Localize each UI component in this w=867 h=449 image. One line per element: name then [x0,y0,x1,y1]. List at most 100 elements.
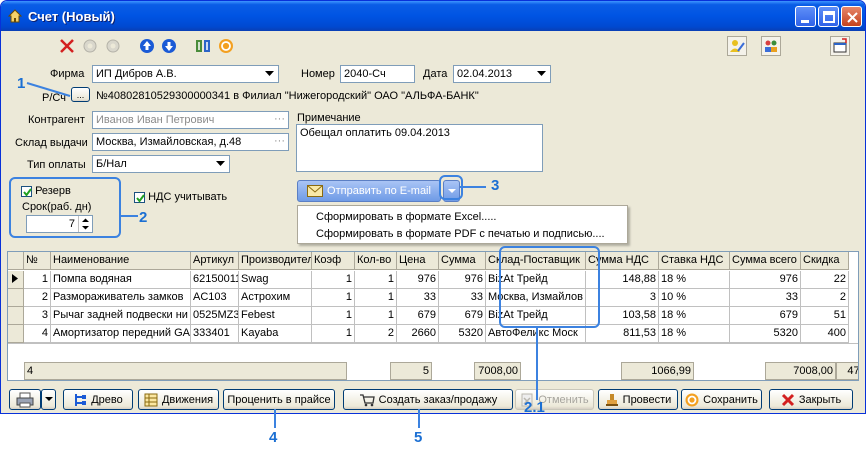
users-button[interactable] [761,36,781,56]
maximize-button[interactable] [818,6,839,27]
cell[interactable]: 5320 [730,325,801,343]
cell[interactable]: 1 [312,289,355,307]
date-picker[interactable]: 02.04.2013 [453,65,551,83]
menu-item-pdf[interactable]: Сформировать в формате PDF с печатью и п… [316,228,605,240]
col-header[interactable]: Сумма [439,252,486,270]
cell[interactable]: 333401 [191,325,239,343]
col-header[interactable]: Артикул [191,252,239,270]
cell[interactable]: Рычаг задней подвески ни [51,307,191,325]
table-row[interactable]: 1 Помпа водяная 62150011 Swag 1 1 976 97… [8,271,849,289]
col-header[interactable]: Сумма всего [730,252,801,270]
cell[interactable]: 976 [730,271,801,289]
col-header[interactable]: Цена [397,252,439,270]
cell[interactable]: 1 [312,271,355,289]
col-header[interactable]: Производител [239,252,312,270]
col-header[interactable]: Скидка [801,252,849,270]
table-row[interactable]: 3 Рычаг задней подвески ни 0525MZ3FR Feb… [8,307,849,325]
cell[interactable]: 1 [312,307,355,325]
cell[interactable]: 1 [24,271,51,289]
procenit-button[interactable]: Проценить в прайсе [223,389,335,410]
ellipsis-icon[interactable]: ··· [274,112,285,126]
cell[interactable]: 3 [24,307,51,325]
kontragent-field[interactable]: Иванов Иван Петрович ··· [92,111,289,129]
cell[interactable]: 22 [801,271,849,289]
col-header[interactable]: Коэф [312,252,355,270]
cell[interactable]: 18 % [659,325,730,343]
cell[interactable]: Kayaba [239,325,312,343]
cell[interactable]: 2 [24,289,51,307]
ellipsis-icon[interactable]: ··· [274,134,285,148]
nds-checkbox[interactable]: НДС учитывать [134,191,227,203]
cell[interactable]: 1 [355,307,397,325]
close-window-button[interactable] [841,6,862,27]
cell[interactable]: Размораживатель замков [51,289,191,307]
dvizheniya-button[interactable]: Движения [138,389,219,410]
sort-button[interactable] [193,36,213,56]
cell[interactable]: 400 [801,325,849,343]
cell[interactable]: 18 % [659,271,730,289]
nomer-input[interactable]: 2040-Сч [340,65,415,83]
rs-select-button[interactable]: ... [71,87,90,102]
drevo-button[interactable]: Древо [63,389,133,410]
cell[interactable]: 33 [439,289,486,307]
chevron-down-icon[interactable] [213,157,228,171]
cell[interactable]: 2 [355,325,397,343]
toolbar-disabled-2[interactable] [103,36,123,56]
cell[interactable]: 1 [355,271,397,289]
refresh-button[interactable] [216,36,236,56]
edit-user-button[interactable] [727,36,747,56]
cell[interactable]: 811,53 [586,325,659,343]
cell[interactable]: 51 [801,307,849,325]
table-row[interactable]: 4 Амортизатор передний GA 333401 Kayaba … [8,325,849,343]
cell[interactable]: 976 [397,271,439,289]
sklad-field[interactable]: Москва, Измайловская, д.48 ··· [92,133,289,151]
cell[interactable]: 62150011 [191,271,239,289]
cell[interactable]: 976 [439,271,486,289]
cell[interactable]: 679 [730,307,801,325]
print-dropdown[interactable] [41,389,56,410]
cell[interactable]: 1 [312,325,355,343]
cell[interactable]: 33 [730,289,801,307]
delete-button[interactable] [57,36,77,56]
cell[interactable]: Астрохим [239,289,312,307]
print-button[interactable] [9,389,41,410]
send-email-button[interactable]: Отправить по E-mail [297,180,441,202]
col-header[interactable]: Наименование [51,252,191,270]
col-header[interactable]: Кол-во [355,252,397,270]
save-button[interactable]: Сохранить [681,389,762,410]
move-up-button[interactable] [137,36,157,56]
menu-item-excel[interactable]: Сформировать в формате Excel..... [316,211,497,223]
cell[interactable]: Помпа водяная [51,271,191,289]
col-header[interactable]: Ставка НДС [659,252,730,270]
new-window-button[interactable] [830,36,850,56]
cell[interactable]: 679 [439,307,486,325]
cell[interactable]: 679 [397,307,439,325]
cell[interactable]: 2 [801,289,849,307]
nds-check[interactable] [134,191,145,203]
tip-combo[interactable]: Б/Нал [92,155,230,173]
provesti-button[interactable]: Провести [598,389,678,410]
cell[interactable]: Swag [239,271,312,289]
chevron-down-icon[interactable] [534,67,549,81]
minimize-button[interactable] [795,6,816,27]
col-header[interactable]: № [24,252,51,270]
cell[interactable]: 1 [355,289,397,307]
cell[interactable]: 2660 [397,325,439,343]
cell[interactable]: 18 % [659,307,730,325]
cell[interactable]: 10 % [659,289,730,307]
firma-combo[interactable]: ИП Дибров А.В. [92,65,279,83]
cell[interactable]: 4 [24,325,51,343]
create-order-button[interactable]: Создать заказ/продажу [343,389,513,410]
table-row[interactable]: 2 Размораживатель замков AC103 Астрохим … [8,289,849,307]
cell[interactable]: 33 [397,289,439,307]
cell[interactable]: Амортизатор передний GA [51,325,191,343]
primechanie-textarea[interactable]: Обещал оплатить 09.04.2013 [296,124,543,172]
move-down-button[interactable] [159,36,179,56]
toolbar-disabled-1[interactable] [80,36,100,56]
close-button[interactable]: Закрыть [769,389,853,410]
cell[interactable]: 5320 [439,325,486,343]
cell[interactable]: 0525MZ3FR [191,307,239,325]
cell[interactable]: AC103 [191,289,239,307]
cell[interactable]: Febest [239,307,312,325]
chevron-down-icon[interactable] [262,67,277,81]
